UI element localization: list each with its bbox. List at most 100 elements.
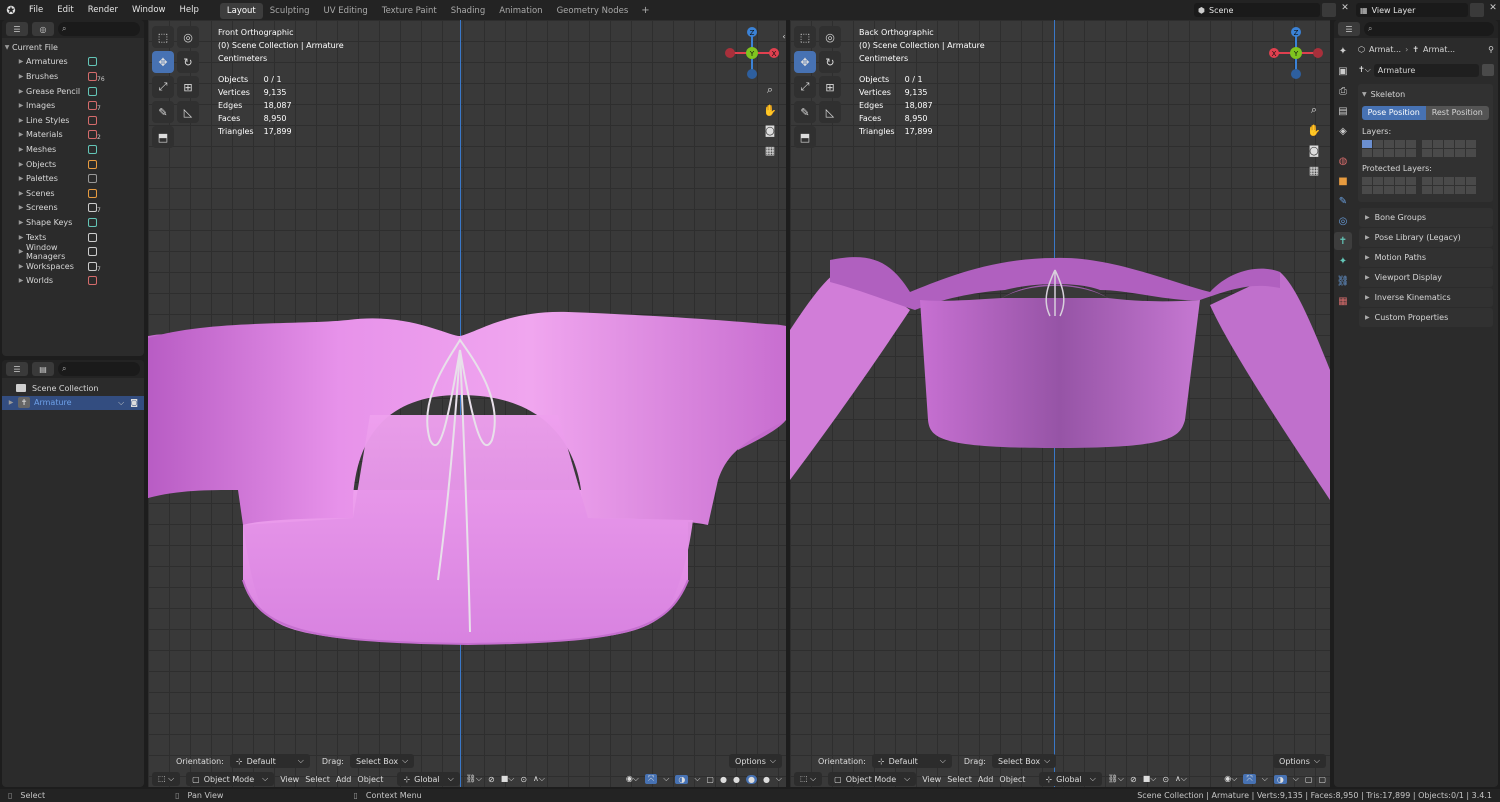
layer-toggle[interactable] bbox=[1433, 149, 1443, 157]
world-tab-icon[interactable]: ◍ bbox=[1334, 152, 1352, 170]
visibility-icon[interactable]: ◉⌵ bbox=[626, 774, 639, 784]
layer-toggle[interactable] bbox=[1362, 177, 1372, 185]
protected-layers-grid[interactable] bbox=[1362, 177, 1489, 194]
orientation-dropdown[interactable]: ⊹ Default ⌵ bbox=[229, 754, 310, 768]
overlay-toggle-icon[interactable]: ◑ bbox=[675, 774, 689, 784]
add-menu[interactable]: Add bbox=[336, 775, 352, 784]
outliner-scene-search-input[interactable]: ⌕ bbox=[58, 362, 140, 376]
viewport-front[interactable]: Front Orthographic (0) Scene Collection … bbox=[148, 20, 786, 787]
collapse-icon[interactable]: ▼ bbox=[1362, 91, 1367, 98]
transform-tool[interactable]: ⊞ bbox=[819, 76, 841, 98]
rendered-shading-icon[interactable]: ● bbox=[763, 775, 770, 784]
blender-logo-icon[interactable]: ✪ bbox=[0, 4, 22, 17]
layer-toggle[interactable] bbox=[1444, 149, 1454, 157]
modifier-tab-icon[interactable]: ✎ bbox=[1334, 192, 1352, 210]
outliner-item-brushes[interactable]: ▶ Brushes 76 bbox=[2, 69, 144, 84]
expand-icon[interactable]: ▶ bbox=[16, 73, 26, 80]
layer-toggle[interactable] bbox=[1373, 186, 1383, 194]
panel-bone-groups[interactable]: ▶ Bone Groups bbox=[1359, 208, 1493, 227]
layer-toggle[interactable] bbox=[1395, 140, 1405, 148]
pivot-icon[interactable]: ⛓⌵ bbox=[466, 774, 482, 784]
add-menu[interactable]: Add bbox=[978, 775, 994, 784]
outliner-item-images[interactable]: ▶ Images 7 bbox=[2, 98, 144, 113]
menu-render[interactable]: Render bbox=[81, 0, 125, 20]
viewport-back[interactable]: Back Orthographic (0) Scene Collection |… bbox=[790, 20, 1330, 787]
select-menu[interactable]: Select bbox=[947, 775, 972, 784]
transform-tool[interactable]: ⊞ bbox=[177, 76, 199, 98]
expand-icon[interactable]: ▶ bbox=[16, 88, 26, 95]
display-mode-icon[interactable]: ▤ bbox=[32, 362, 54, 376]
tree-root[interactable]: ▼ Current File bbox=[2, 40, 144, 55]
scene-copy-icon[interactable] bbox=[1322, 3, 1336, 17]
layer-toggle[interactable] bbox=[1373, 140, 1383, 148]
add-workspace-button[interactable]: + bbox=[635, 5, 655, 16]
ortho-grid-icon[interactable]: ▦ bbox=[762, 142, 778, 158]
tool-tab-icon[interactable]: ✦ bbox=[1334, 42, 1352, 60]
annotate-tool[interactable]: ✎ bbox=[152, 101, 174, 123]
armature-datablock-icon[interactable]: ✝⌵ bbox=[1358, 65, 1371, 75]
snap-target-icon[interactable]: ■⌵ bbox=[1143, 774, 1157, 784]
layer-toggle[interactable] bbox=[1362, 186, 1372, 194]
layer-toggle[interactable] bbox=[1422, 177, 1432, 185]
layer-toggle[interactable] bbox=[1384, 149, 1394, 157]
panel-viewport-display[interactable]: ▶ Viewport Display bbox=[1359, 268, 1493, 287]
expand-icon[interactable]: ▶ bbox=[16, 117, 26, 124]
proportional-edit-icon[interactable]: ⊙ bbox=[1162, 775, 1169, 784]
workspace-tab-uv-editing[interactable]: UV Editing bbox=[316, 3, 374, 19]
layer-toggle[interactable] bbox=[1433, 186, 1443, 194]
expand-icon[interactable]: ▶ bbox=[16, 175, 26, 182]
scene-close-icon[interactable]: ✕ bbox=[1338, 3, 1352, 17]
scene-tab-icon[interactable]: ◈ bbox=[1334, 122, 1352, 140]
layer-toggle[interactable] bbox=[1406, 149, 1416, 157]
layer-toggle[interactable] bbox=[1384, 177, 1394, 185]
workspace-tab-layout[interactable]: Layout bbox=[219, 3, 263, 19]
expand-icon[interactable]: ▶ bbox=[16, 102, 26, 109]
armature-name-field[interactable]: Armature bbox=[1373, 63, 1479, 77]
expand-icon[interactable]: ▶ bbox=[16, 146, 26, 153]
falloff-icon[interactable]: ∧⌵ bbox=[1175, 774, 1187, 784]
menu-edit[interactable]: Edit bbox=[50, 0, 80, 20]
pivot-icon[interactable]: ⛓⌵ bbox=[1108, 774, 1124, 784]
panel-pose-library-legacy[interactable]: ▶ Pose Library (Legacy) bbox=[1359, 228, 1493, 247]
fake-user-icon[interactable] bbox=[1482, 64, 1494, 76]
outliner-item-meshes[interactable]: ▶ Meshes bbox=[2, 142, 144, 157]
transform-orientation-dropdown[interactable]: ⊹ Global ⌵ bbox=[397, 772, 460, 786]
rotate-tool[interactable]: ↻ bbox=[177, 51, 199, 73]
layer-toggle[interactable] bbox=[1444, 186, 1454, 194]
add-cube-tool[interactable]: ⬒ bbox=[794, 126, 816, 148]
outliner-item-scenes[interactable]: ▶ Scenes bbox=[2, 186, 144, 201]
layer-toggle[interactable] bbox=[1433, 140, 1443, 148]
wireframe-shading-icon[interactable]: ● bbox=[720, 775, 727, 784]
outliner-item-worlds[interactable]: ▶ Worlds bbox=[2, 274, 144, 289]
layer-toggle[interactable] bbox=[1406, 186, 1416, 194]
layer-toggle[interactable] bbox=[1466, 140, 1476, 148]
select-menu[interactable]: Select bbox=[305, 775, 330, 784]
solid-shading-icon[interactable]: ● bbox=[733, 775, 740, 784]
outliner-item-materials[interactable]: ▶ Materials 2 bbox=[2, 128, 144, 143]
pose-position-button[interactable]: Pose Position bbox=[1362, 106, 1426, 120]
constraint-tab-icon[interactable]: ⛓ bbox=[1334, 272, 1352, 290]
expand-icon[interactable]: ▶ bbox=[16, 58, 26, 65]
scale-tool[interactable]: ⤢ bbox=[152, 76, 174, 98]
view-layer-close-icon[interactable]: ✕ bbox=[1486, 3, 1500, 17]
panel-motion-paths[interactable]: ▶ Motion Paths bbox=[1359, 248, 1493, 267]
expand-icon[interactable]: ▶ bbox=[1365, 314, 1370, 321]
measure-tool[interactable]: ◺ bbox=[819, 101, 841, 123]
scale-tool[interactable]: ⤢ bbox=[794, 76, 816, 98]
layer-toggle[interactable] bbox=[1466, 177, 1476, 185]
layer-toggle[interactable] bbox=[1444, 140, 1454, 148]
layer-toggle[interactable] bbox=[1395, 186, 1405, 194]
outliner-item-screens[interactable]: ▶ Screens 7 bbox=[2, 201, 144, 216]
workspace-tab-texture-paint[interactable]: Texture Paint bbox=[375, 3, 444, 19]
transform-orientation-dropdown[interactable]: ⊹ Global ⌵ bbox=[1039, 772, 1102, 786]
move-tool[interactable]: ✥ bbox=[794, 51, 816, 73]
gizmo-toggle-icon[interactable]: ⤧ bbox=[644, 774, 658, 784]
pan-hand-icon[interactable]: ✋ bbox=[1306, 122, 1322, 138]
layer-toggle[interactable] bbox=[1395, 177, 1405, 185]
layer-toggle[interactable] bbox=[1422, 149, 1432, 157]
overlay-toggle-icon[interactable]: ◑ bbox=[1273, 774, 1287, 784]
expand-icon[interactable]: ▶ bbox=[6, 399, 16, 406]
scene-collection-row[interactable]: Scene Collection bbox=[2, 381, 144, 396]
texture-tab-icon[interactable]: ▦ bbox=[1334, 292, 1352, 310]
navigation-gizmo[interactable]: Z Y X bbox=[724, 26, 784, 86]
